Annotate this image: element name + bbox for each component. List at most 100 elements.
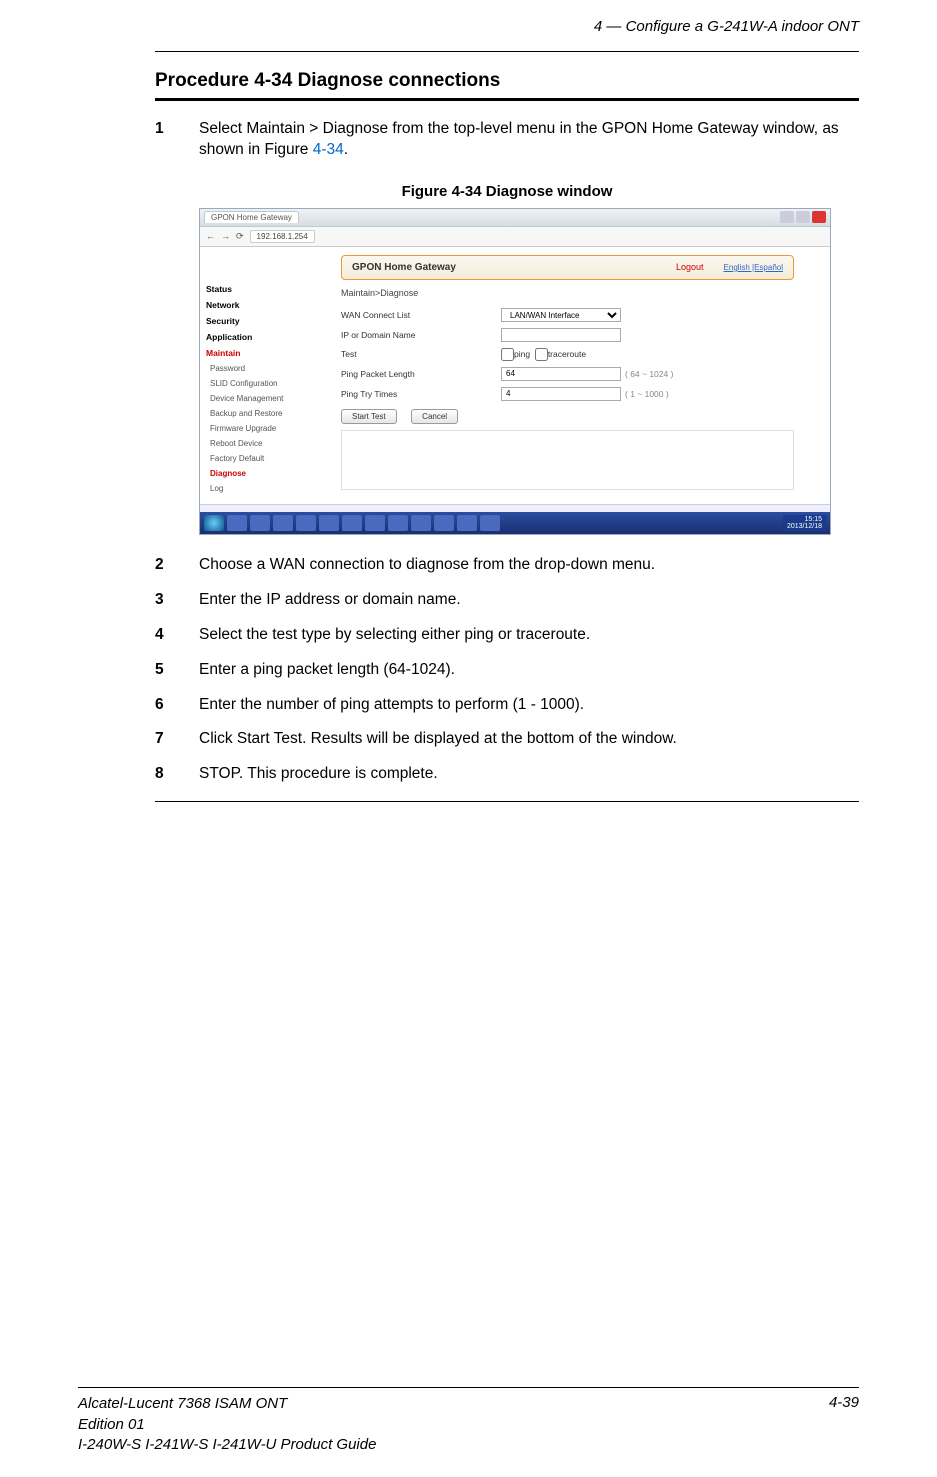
screenshot: GPON Home Gateway ← → ⟳ 192.168.1.254 St… [199,208,831,535]
start-button-icon[interactable] [204,515,224,531]
sidebar-sub-slid[interactable]: SLID Configuration [200,376,305,391]
step-body: Enter the number of ping attempts to per… [199,695,859,716]
ip-input[interactable] [501,328,621,342]
step-list-cont: 2Choose a WAN connection to diagnose fro… [155,555,859,785]
ppl-label: Ping Packet Length [341,369,501,379]
sidebar-sub-backup[interactable]: Backup and Restore [200,406,305,421]
sidebar-item-application[interactable]: Application [200,329,305,345]
sidebar-sub-log[interactable]: Log [200,481,305,496]
sidebar-sub-password[interactable]: Password [200,361,305,376]
taskbar-icon[interactable] [227,515,247,531]
test-label: Test [341,349,501,359]
title-rule [155,98,859,101]
step-2: 2Choose a WAN connection to diagnose fro… [155,555,859,576]
forward-icon[interactable]: → [221,231,230,241]
ppl-input[interactable] [501,367,621,381]
page-footer: Alcatel-Lucent 7368 ISAM ONT Edition 01 … [0,1387,937,1477]
taskbar-icon[interactable] [342,515,362,531]
taskbar-icon[interactable] [365,515,385,531]
browser-tab[interactable]: GPON Home Gateway [204,211,299,223]
traceroute-checkbox[interactable] [535,348,548,361]
sidebar-item-network[interactable]: Network [200,297,305,313]
step-number: 5 [155,660,199,681]
taskbar-icon[interactable] [457,515,477,531]
figure-ref-link[interactable]: 4-34 [313,141,344,158]
step-number: 4 [155,625,199,646]
ppl-note: ( 64 ~ 1024 ) [625,369,673,379]
reload-icon[interactable]: ⟳ [236,231,244,242]
sidebar-sub-device-mgmt[interactable]: Device Management [200,391,305,406]
figure-caption: Figure 4-34 Diagnose window [155,183,859,200]
taskbar-icon[interactable] [480,515,500,531]
sidebar-item-status[interactable]: Status [200,281,305,297]
logout-link[interactable]: Logout [676,262,704,272]
close-icon[interactable] [812,211,826,223]
step-text-tail: . [344,141,348,158]
ping-checkbox[interactable] [501,348,514,361]
step-7: 7Click Start Test. Results will be displ… [155,729,859,750]
sidebar-sub-firmware[interactable]: Firmware Upgrade [200,421,305,436]
taskbar-icon[interactable] [250,515,270,531]
footer-guide: I-240W-S I-241W-S I-241W-U Product Guide [78,1435,376,1455]
wan-select[interactable]: LAN/WAN Interface [501,308,621,322]
sidebar-sub-diagnose[interactable]: Diagnose [200,466,305,481]
step-body: Select the test type by selecting either… [199,625,859,646]
sidebar-sub-factory[interactable]: Factory Default [200,451,305,466]
procedure-title: Procedure 4-34 Diagnose connections [155,70,859,98]
windows-taskbar: 15:15 2013/12/18 [200,512,830,534]
step-text: Select Maintain > Diagnose from the top-… [199,120,839,158]
back-icon[interactable]: ← [206,231,215,241]
diagnose-form: WAN Connect List LAN/WAN Interface IP or… [341,308,818,401]
taskbar-icon[interactable] [273,515,293,531]
step-number: 1 [155,119,199,161]
ptt-input[interactable] [501,387,621,401]
ptt-note: ( 1 ~ 1000 ) [625,389,669,399]
end-rule [155,801,859,802]
results-area [341,430,794,490]
step-number: 8 [155,764,199,785]
horizontal-scrollbar[interactable] [200,504,830,512]
taskbar-icon[interactable] [388,515,408,531]
sidebar-item-security[interactable]: Security [200,313,305,329]
taskbar-icon[interactable] [434,515,454,531]
cancel-button[interactable]: Cancel [411,409,458,424]
app-topbar: GPON Home Gateway Logout English |Españo… [341,255,794,280]
content: Procedure 4-34 Diagnose connections 1 Se… [155,70,859,802]
step-body: STOP. This procedure is complete. [199,764,859,785]
step-number: 3 [155,590,199,611]
taskbar-icon[interactable] [296,515,316,531]
language-links[interactable]: English |Español [724,263,783,272]
footer-page-number: 4-39 [829,1394,859,1455]
sidebar-item-maintain[interactable]: Maintain [200,345,305,361]
step-body: Enter the IP address or domain name. [199,590,859,611]
step-8: 8STOP. This procedure is complete. [155,764,859,785]
screenshot-figure: GPON Home Gateway ← → ⟳ 192.168.1.254 St… [199,208,859,535]
ip-label: IP or Domain Name [341,330,501,340]
wan-label: WAN Connect List [341,310,501,320]
minimize-icon[interactable] [780,211,794,223]
running-header: 4 — Configure a G-241W-A indoor ONT [0,0,937,43]
taskbar-clock[interactable]: 15:15 2013/12/18 [783,515,826,531]
clock-time: 15:15 [804,516,822,523]
step-number: 7 [155,729,199,750]
taskbar-icon[interactable] [319,515,339,531]
step-list: 1 Select Maintain > Diagnose from the to… [155,119,859,161]
traceroute-label: traceroute [548,349,586,359]
clock-date: 2013/12/18 [787,523,822,530]
step-3: 3Enter the IP address or domain name. [155,590,859,611]
sidebar: Status Network Security Application Main… [200,247,305,504]
step-number: 2 [155,555,199,576]
footer-product: Alcatel-Lucent 7368 ISAM ONT [78,1394,376,1414]
start-test-button[interactable]: Start Test [341,409,397,424]
taskbar-icon[interactable] [411,515,431,531]
url-field[interactable]: 192.168.1.254 [250,230,315,243]
step-body: Click Start Test. Results will be displa… [199,729,859,750]
step-body: Select Maintain > Diagnose from the top-… [199,119,859,161]
step-5: 5Enter a ping packet length (64-1024). [155,660,859,681]
step-6: 6Enter the number of ping attempts to pe… [155,695,859,716]
maximize-icon[interactable] [796,211,810,223]
sidebar-sub-reboot[interactable]: Reboot Device [200,436,305,451]
step-body: Enter a ping packet length (64-1024). [199,660,859,681]
main-panel: GPON Home Gateway Logout English |Españo… [305,247,830,504]
browser-tabstrip: GPON Home Gateway [200,209,830,227]
